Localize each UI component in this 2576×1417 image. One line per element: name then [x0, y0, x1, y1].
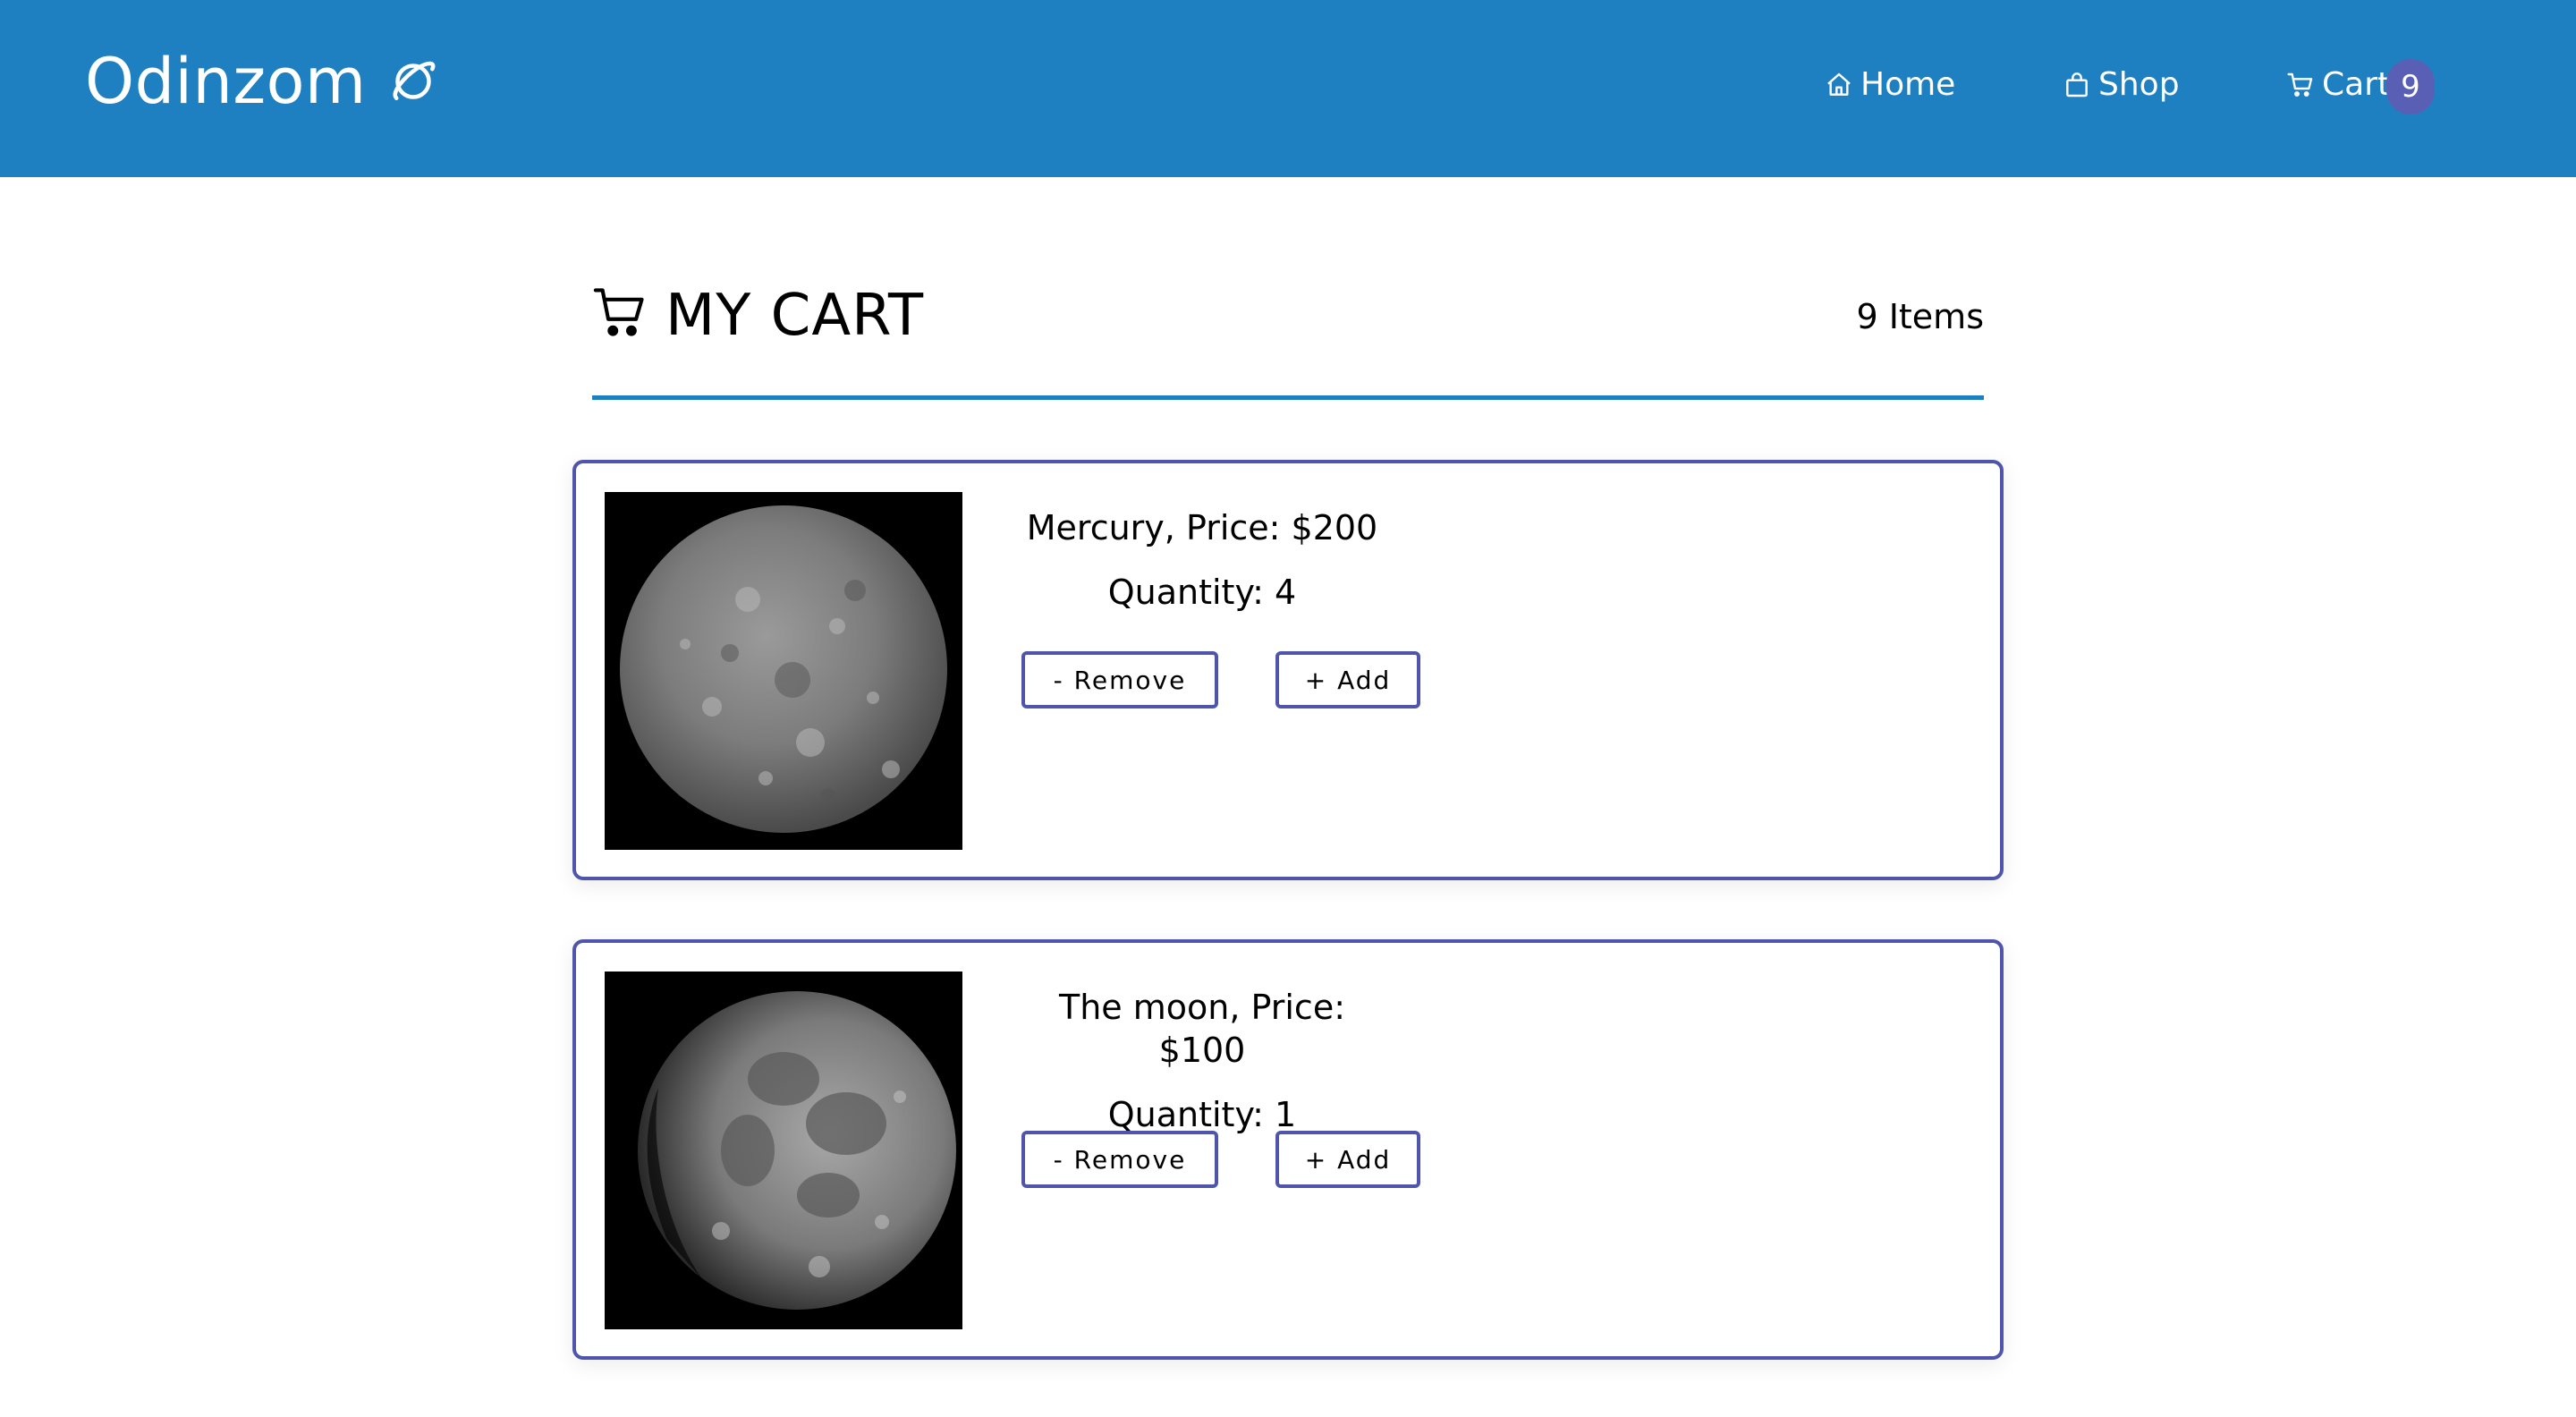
nav-home-link[interactable]: Home [1825, 66, 1955, 103]
nav-cart-link[interactable]: Cart [2286, 66, 2390, 103]
cart-icon [593, 288, 644, 336]
shopping-bag-icon [2066, 72, 2088, 97]
remove-button[interactable]: - Remove [1021, 651, 1218, 708]
site-header: Odinzom Home Shop Cart 9 [0, 0, 2576, 177]
nav-cart-label: Cart [2322, 66, 2391, 103]
mercury-planet-photo [605, 492, 962, 850]
nav-shop-label: Shop [2098, 66, 2180, 103]
item-quantity: Quantity: 4 [1107, 573, 1297, 612]
cart-item-card: Mercury, Price: $200 Quantity: 4 - Remov… [572, 460, 2004, 880]
remove-button[interactable]: - Remove [1021, 1131, 1218, 1188]
moon-image [605, 972, 962, 1329]
mercury-image [605, 492, 962, 850]
heading-divider [592, 395, 1984, 400]
cart-item-card: The moon, Price: $100 Quantity: 1 - Remo… [572, 939, 2004, 1360]
cart-count-badge: 9 [2386, 59, 2435, 115]
cart-heading: MY CART 9 Items [592, 277, 1984, 367]
home-icon [1827, 72, 1851, 96]
add-button[interactable]: + Add [1275, 651, 1420, 708]
item-count: 9 Items [1856, 297, 1984, 336]
item-name-price: Mercury, Price: $200 [1026, 508, 1378, 547]
nav-shop-link[interactable]: Shop [2063, 66, 2180, 103]
item-info: The moon, Price: $100 Quantity: 1 [1014, 986, 1390, 1136]
moon-photo [605, 972, 962, 1329]
page-title-text: MY CART [665, 283, 925, 349]
cart-icon [2287, 72, 2313, 97]
page-title: MY CART [592, 277, 924, 349]
item-name-price: The moon, Price: $100 [1058, 988, 1345, 1070]
nav-home-label: Home [1860, 66, 1956, 103]
add-button[interactable]: + Add [1275, 1131, 1420, 1188]
item-quantity: Quantity: 1 [1107, 1095, 1297, 1134]
item-info: Mercury, Price: $200 Quantity: 4 [1014, 506, 1390, 614]
main-nav: Home Shop Cart 9 [0, 59, 2576, 122]
